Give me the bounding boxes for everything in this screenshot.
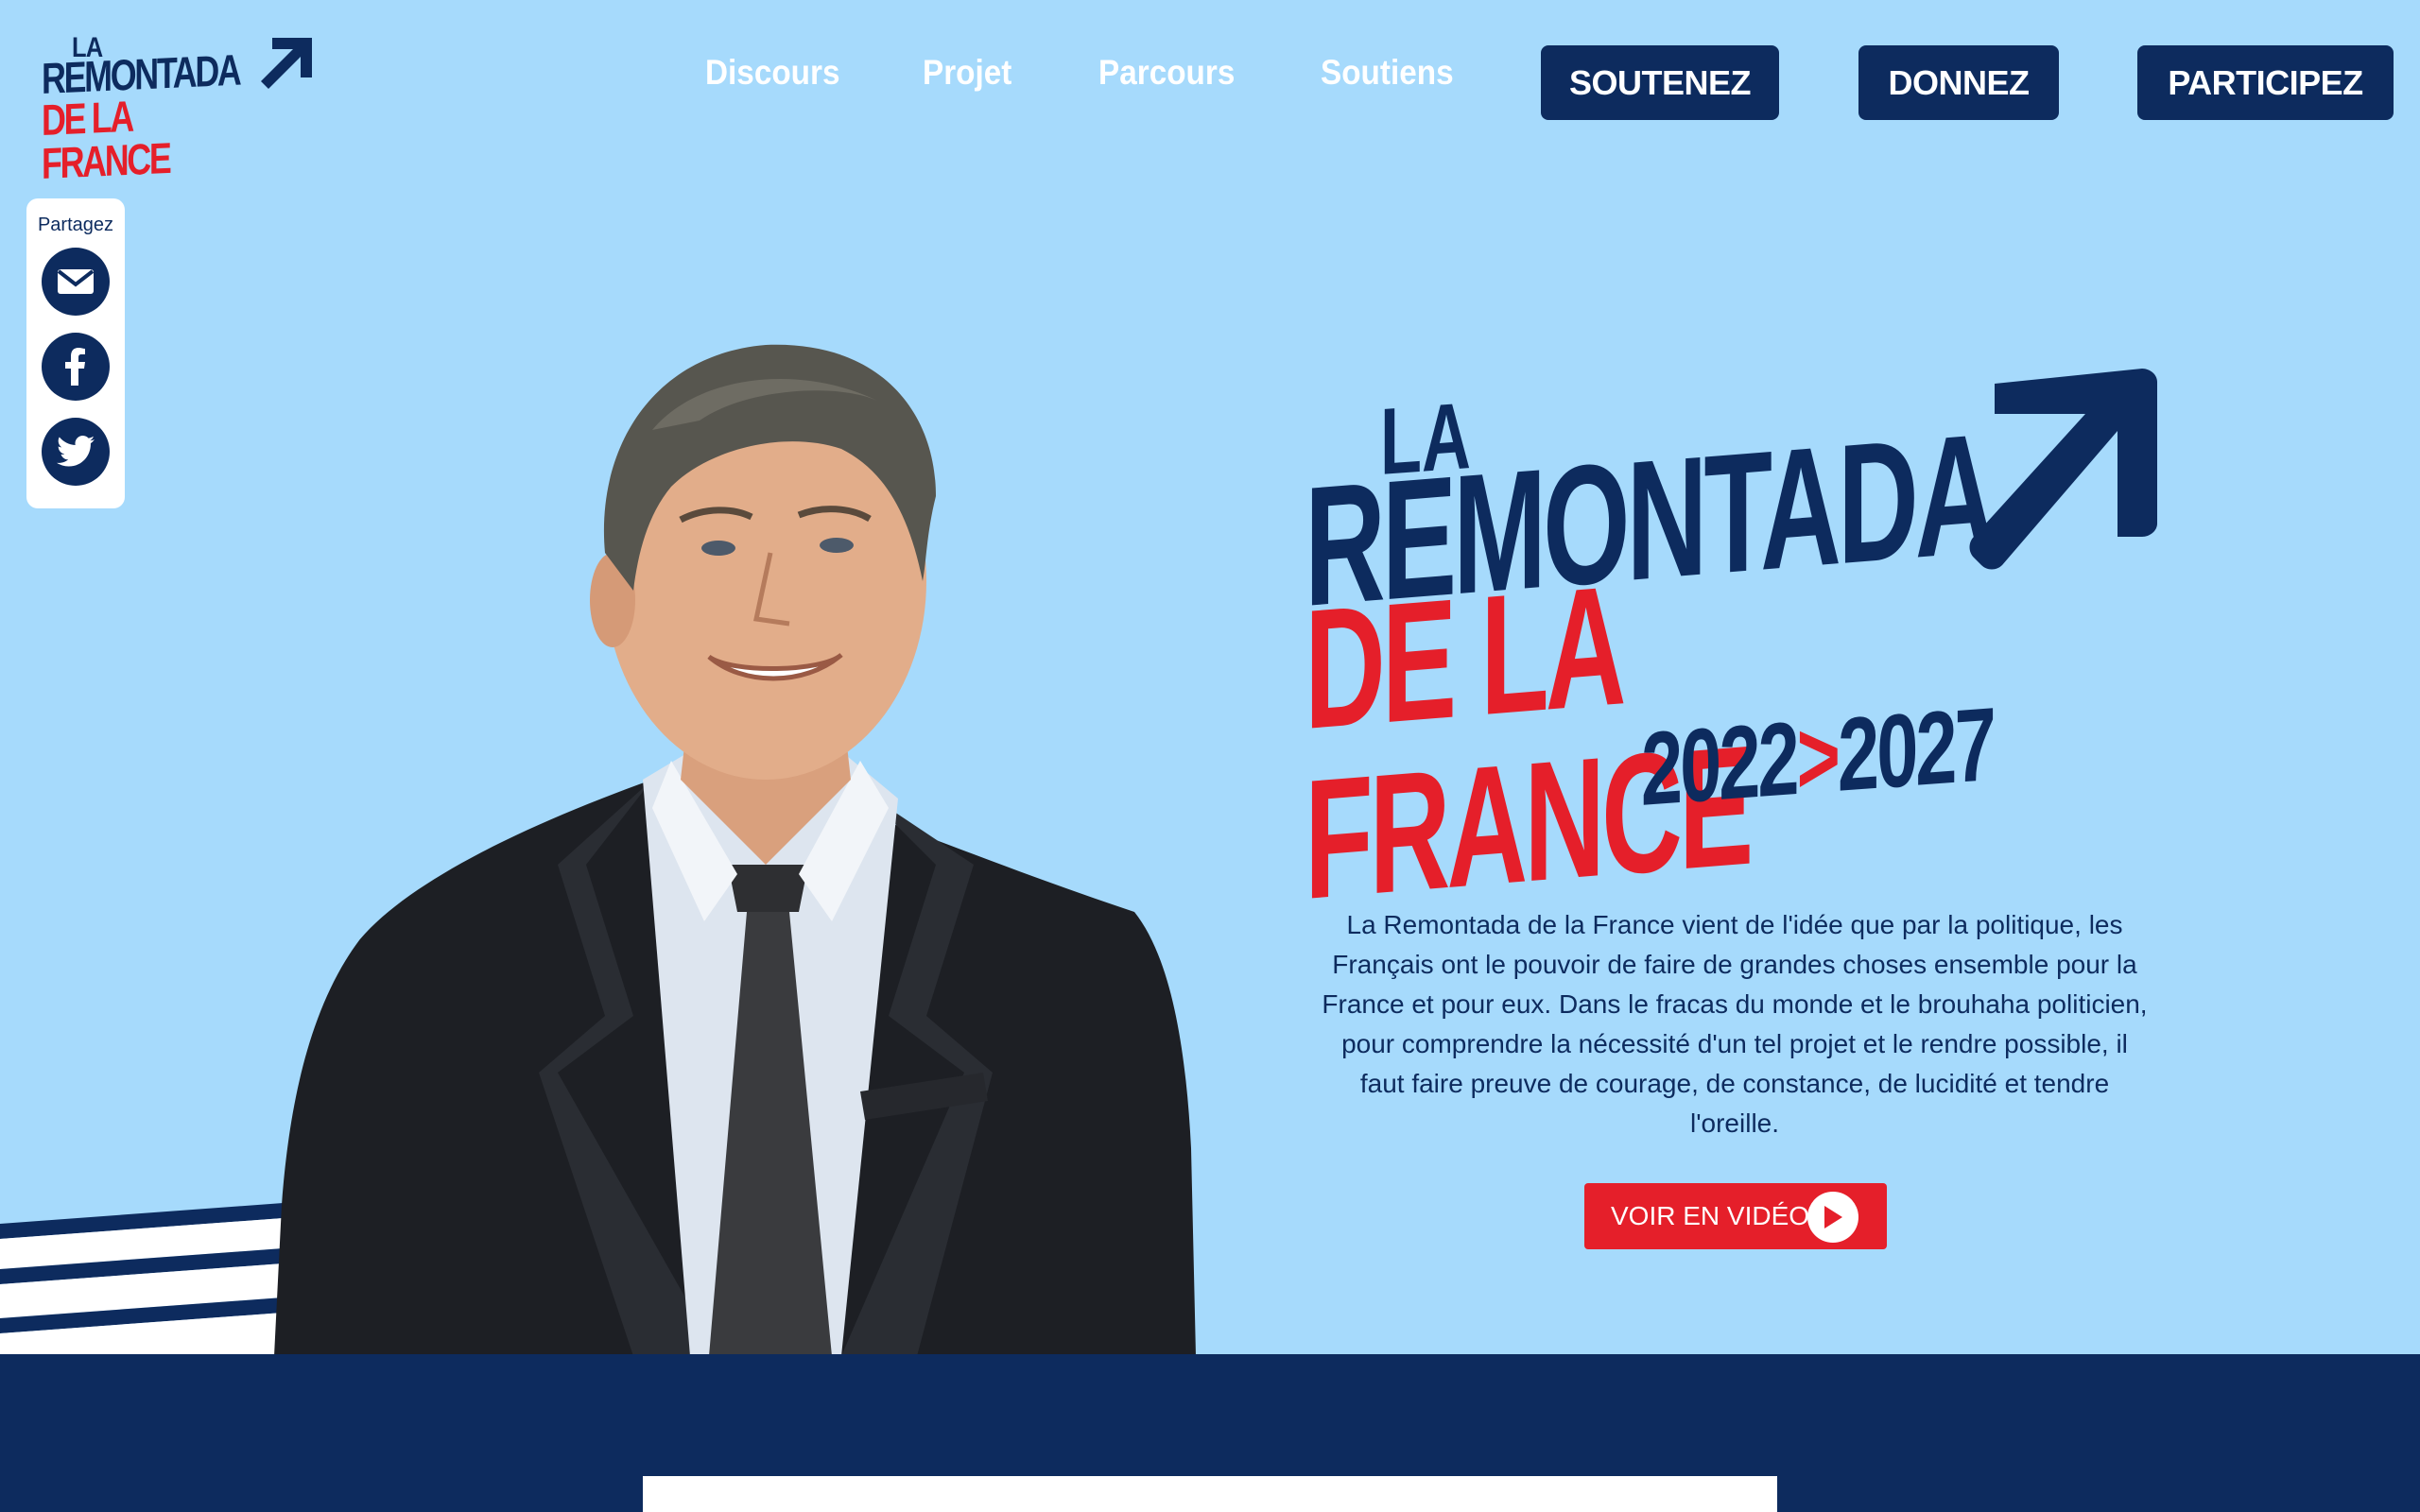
share-panel: Partagez bbox=[26, 198, 125, 508]
participez-button[interactable]: PARTICIPEZ bbox=[2137, 45, 2394, 120]
hero-arrow-icon bbox=[1969, 369, 2157, 570]
year-end: 2027 bbox=[1838, 685, 1994, 814]
share-label: Partagez bbox=[37, 215, 114, 235]
decorative-stripes bbox=[0, 1200, 321, 1361]
year-start: 2022 bbox=[1641, 700, 1797, 828]
twitter-icon[interactable] bbox=[42, 418, 110, 486]
candidate-portrait bbox=[274, 344, 1196, 1356]
play-icon bbox=[1807, 1192, 1858, 1243]
nav-link-projet[interactable]: Projet bbox=[923, 55, 1011, 90]
site-logo[interactable]: LA REMONTADA DE LA FRANCE bbox=[42, 34, 325, 188]
hero-title: LA REMONTADA DE LA FRANCE 2022>2027 bbox=[1305, 359, 2193, 936]
lower-section-card bbox=[643, 1476, 1777, 1512]
nav-link-soutiens[interactable]: Soutiens bbox=[1321, 55, 1454, 90]
soutenez-button[interactable]: SOUTENEZ bbox=[1541, 45, 1779, 120]
facebook-icon[interactable] bbox=[42, 333, 110, 401]
nav-link-parcours[interactable]: Parcours bbox=[1098, 55, 1235, 90]
logo-line-3: DE LA FRANCE bbox=[42, 91, 170, 188]
mail-icon[interactable] bbox=[42, 248, 110, 316]
watch-video-button[interactable]: VOIR EN VIDÉO bbox=[1584, 1183, 1887, 1249]
hero-years: 2022>2027 bbox=[1641, 686, 1994, 828]
donnez-button[interactable]: DONNEZ bbox=[1858, 45, 2059, 120]
year-separator: > bbox=[1796, 696, 1839, 817]
logo-arrow-icon bbox=[261, 38, 312, 89]
watch-video-label: VOIR EN VIDÉO bbox=[1611, 1201, 1810, 1230]
nav-link-discours[interactable]: Discours bbox=[705, 55, 840, 90]
hero-description: La Remontada de la France vient de l'idé… bbox=[1322, 910, 2148, 1138]
